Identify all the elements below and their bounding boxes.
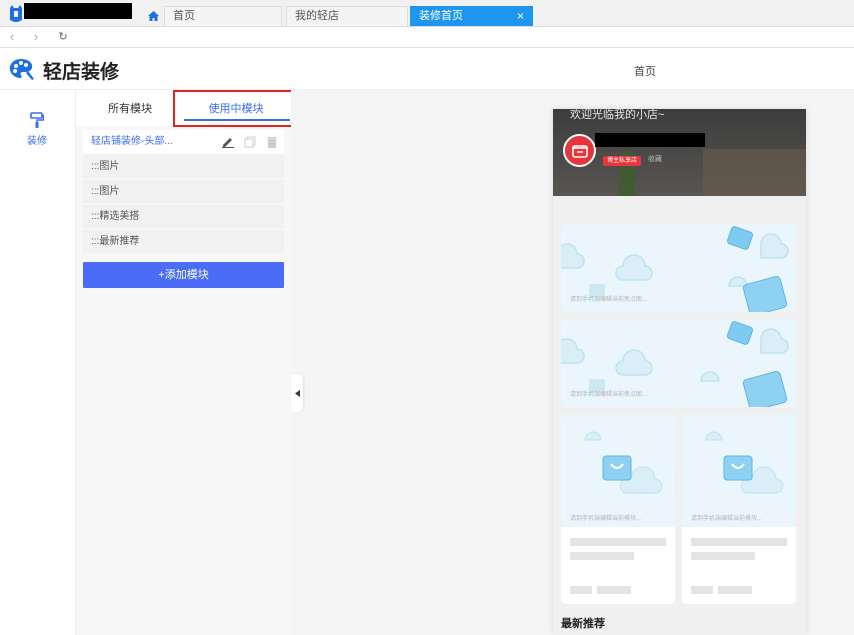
featured-item-image — [561, 414, 675, 527]
card-hint-text: 请到手机端编辑当前模块... — [691, 516, 763, 522]
copy-icon[interactable] — [244, 136, 256, 148]
shop-avatar — [563, 134, 596, 167]
skeleton-line — [691, 586, 713, 594]
caret-left-icon — [294, 389, 300, 397]
refresh-icon[interactable]: ↻ — [55, 29, 71, 45]
left-rail: 装修 — [0, 90, 76, 635]
forward-icon[interactable]: › — [28, 29, 44, 45]
tab-label: 首页 — [173, 10, 195, 22]
module-tools — [222, 130, 278, 153]
add-module-button[interactable]: +添加模块 — [83, 262, 284, 288]
featured-item-card[interactable]: 请到手机端编辑当前模块... — [682, 414, 796, 604]
delete-icon[interactable] — [266, 136, 278, 148]
module-label: :::最新推荐 — [91, 236, 140, 247]
shop-badge: 博主私享店 — [603, 156, 642, 166]
annotation-highlight-box — [173, 90, 299, 127]
module-item-image[interactable]: :::图片 — [83, 155, 284, 178]
tab-label: 我的轻店 — [295, 10, 339, 22]
preview-canvas: 欢迎光临我的小店~ 博主私享店 收藏 请到手机端编辑当前焦点图... 请到手机端… — [291, 90, 854, 635]
image-module-placeholder[interactable]: 请到手机端编辑当前焦点图... — [561, 319, 796, 407]
header-background-decor — [703, 149, 806, 196]
phone-preview: 欢迎光临我的小店~ 博主私享店 收藏 请到手机端编辑当前焦点图... 请到手机端… — [553, 109, 806, 635]
shop-name-redacted — [595, 133, 705, 147]
card-hint-text: 请到手机端编辑当前焦点图... — [570, 392, 648, 398]
skeleton-line — [718, 586, 752, 594]
palette-icon — [9, 59, 34, 80]
module-label: :::图片 — [91, 161, 120, 172]
back-icon[interactable]: ‹ — [4, 29, 20, 45]
skeleton-line — [597, 586, 631, 594]
module-item-featured[interactable]: :::精选美搭 — [83, 205, 284, 228]
featured-item-card[interactable]: 请到手机端编辑当前模块... — [561, 414, 675, 604]
current-page-label[interactable]: 首页 — [620, 63, 670, 79]
paint-roller-icon — [30, 112, 44, 128]
app-logo-icon — [10, 5, 22, 22]
module-label: 轻店铺装修-头部... — [91, 136, 173, 147]
module-item-header[interactable]: 轻店铺装修-头部... — [83, 130, 284, 153]
skeleton-line — [691, 552, 755, 560]
featured-item-image — [682, 414, 796, 527]
tab-label: 装修首页 — [419, 10, 463, 22]
nav-bar: ‹ › ↻ — [0, 27, 854, 48]
module-item-latest[interactable]: :::最新推荐 — [83, 230, 284, 253]
shop-icon — [571, 144, 588, 158]
image-module-placeholder[interactable]: 请到手机端编辑当前焦点图... — [561, 224, 796, 312]
close-icon[interactable]: × — [517, 7, 524, 26]
shopping-bag-cloud-icon — [705, 431, 784, 494]
home-tab[interactable] — [143, 6, 163, 26]
welcome-text: 欢迎光临我的小店~ — [570, 109, 665, 121]
favorite-count: 收藏 — [648, 156, 662, 163]
module-label: :::精选美搭 — [91, 211, 140, 222]
shopping-bag-cloud-icon — [584, 431, 663, 494]
app-header: 轻店装修 首页 — [0, 49, 854, 90]
module-label: :::图片 — [91, 186, 120, 197]
skeleton-line — [570, 586, 592, 594]
card-hint-text: 请到手机端编辑当前模块... — [570, 516, 642, 522]
tab-home[interactable]: 首页 — [164, 6, 282, 26]
window-title-redacted — [24, 3, 132, 19]
tab-my-shop[interactable]: 我的轻店 — [286, 6, 408, 26]
module-item-image[interactable]: :::图片 — [83, 180, 284, 203]
page-title: 轻店装修 — [43, 62, 120, 83]
tab-all-modules[interactable]: 所有模块 — [100, 100, 160, 116]
skeleton-line — [691, 538, 787, 546]
collapse-panel-handle[interactable] — [291, 374, 303, 412]
module-list: 轻店铺装修-头部... :::图片 :::图片 :::精选美搭 :::最新推荐 — [83, 130, 284, 255]
tab-bar: 首页 我的轻店 装修首页 × — [0, 0, 854, 27]
card-hint-text: 请到手机端编辑当前焦点图... — [570, 297, 648, 303]
rail-item-decorate[interactable]: 装修 — [18, 112, 56, 147]
edit-icon[interactable] — [222, 136, 234, 148]
section-title-latest: 最新推荐 — [561, 618, 605, 630]
skeleton-line — [570, 552, 634, 560]
shop-header-module[interactable]: 欢迎光临我的小店~ 博主私享店 收藏 — [553, 109, 806, 196]
rail-item-label: 装修 — [27, 136, 47, 147]
module-panel: 所有模块 使用中模块 轻店铺装修-头部... :::图片 :::图片 :::精选… — [76, 90, 299, 635]
tab-decorate-home[interactable]: 装修首页 × — [410, 6, 533, 26]
skeleton-line — [570, 538, 666, 546]
home-icon — [147, 11, 159, 21]
